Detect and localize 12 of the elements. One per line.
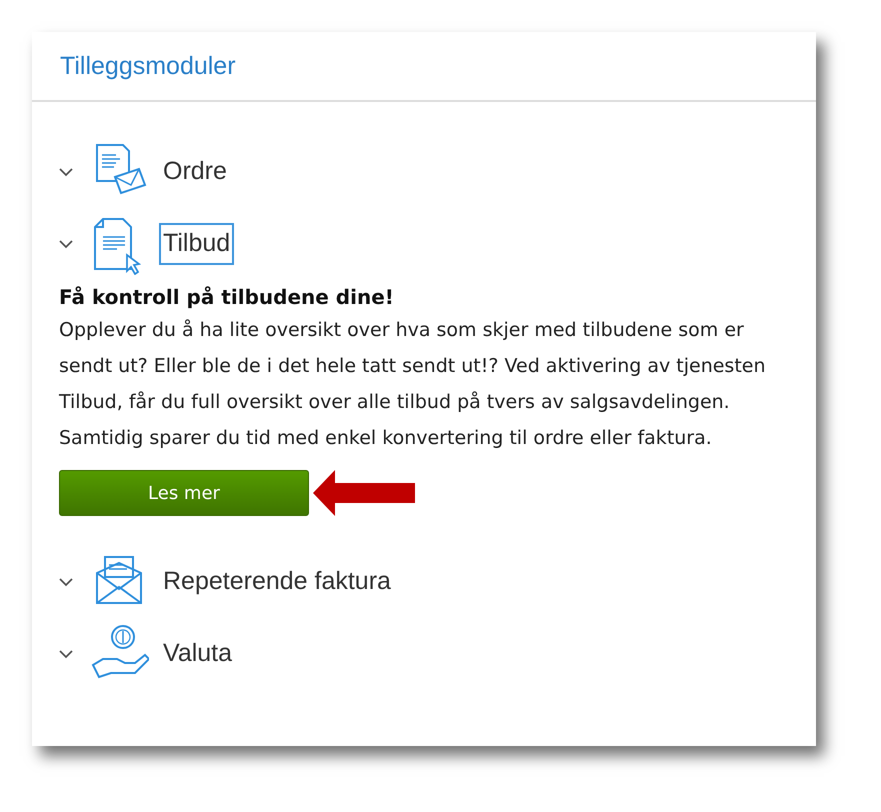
- read-more-button[interactable]: Les mer: [59, 470, 309, 516]
- module-title[interactable]: Ordre: [159, 151, 231, 193]
- description-heading: Få kontroll på tilbudene dine!: [59, 284, 395, 311]
- description-text: Opplever du å ha lite oversikt over hva som skjer med tilbudene som er sendt ut? Eller ble de i det hele tatt sendt ut!? Ved aktivering av tjenesten Tilbud, får du full oversikt over alle tilbud på tvers av salgsavdelingen. Samtidig sparer du tid med enkel konvertering til ordre eller faktura.: [59, 318, 767, 451]
- chevron-icon[interactable]: [59, 168, 73, 176]
- chevron-icon[interactable]: [59, 650, 73, 658]
- chevron-icon[interactable]: [59, 578, 73, 586]
- module-title[interactable]: Repeterende faktura: [159, 561, 395, 603]
- panel-title: Tilleggsmoduler: [60, 52, 236, 80]
- module-title[interactable]: Tilbud: [159, 223, 234, 265]
- chevron-icon[interactable]: [59, 240, 73, 248]
- module-title[interactable]: Valuta: [159, 633, 236, 675]
